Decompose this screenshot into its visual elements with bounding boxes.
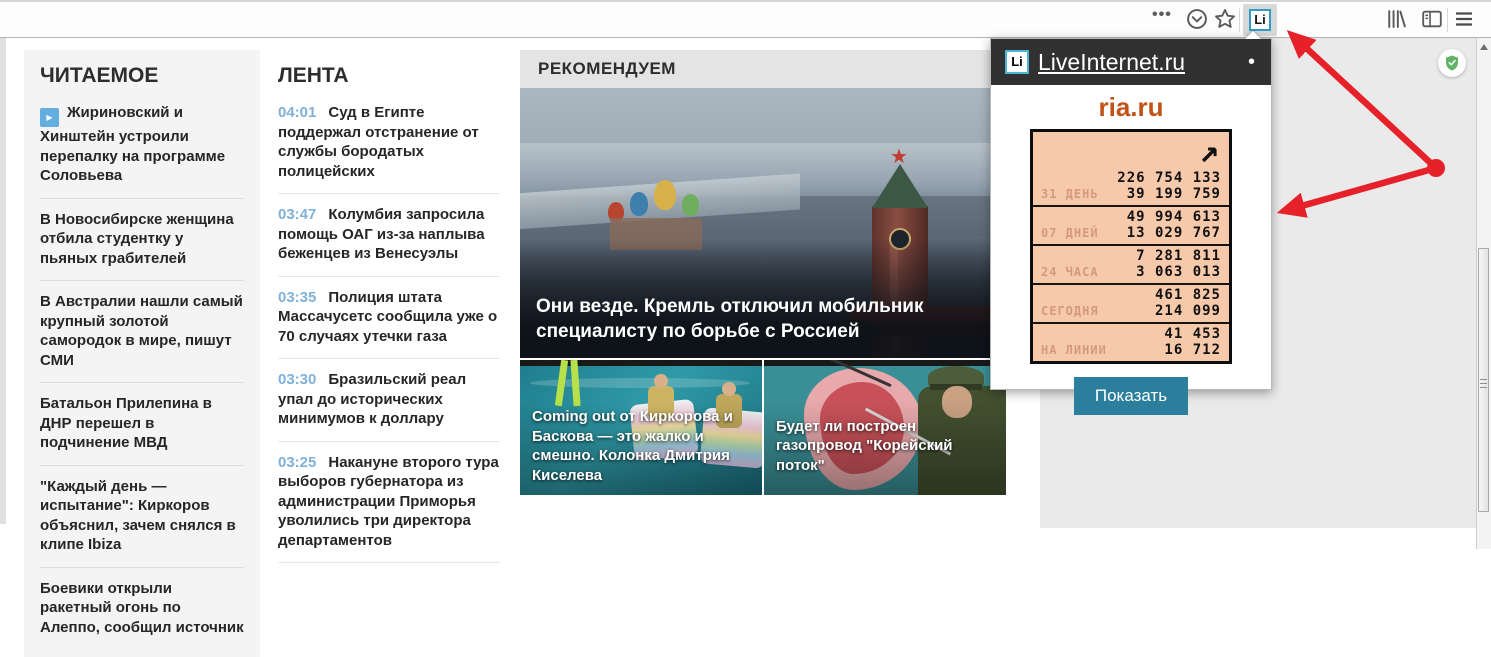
list-item[interactable]: Боевики открыли ракетный огонь по Алеппо…: [40, 568, 244, 650]
hits-value: 7 281 811: [1136, 248, 1221, 264]
video-play-icon: ▶: [40, 108, 59, 127]
list-item[interactable]: "Каждый день — испытание": Киркоров объя…: [40, 466, 244, 568]
list-item[interactable]: ▶ Жириновский и Хинштейн устроили перепал…: [40, 92, 244, 199]
page-left-margin: [0, 38, 6, 524]
hits-value: 226 754 133: [1117, 170, 1221, 186]
hits-value: 461 825: [1154, 287, 1221, 303]
visitors-value: 13 029 767: [1126, 225, 1221, 241]
news-time: 03:47: [278, 206, 317, 223]
show-stats-button[interactable]: Показать: [1073, 377, 1189, 415]
section-feed: ЛЕНТА 04:01 Суд в Египте поддержал отстра…: [278, 50, 500, 563]
liveinternet-link[interactable]: LiveInternet.ru: [1038, 49, 1185, 76]
period-label: НА ЛИНИИ: [1041, 343, 1107, 357]
menu-hamburger-icon[interactable]: [1453, 8, 1475, 30]
section-title: ЛЕНТА: [278, 64, 349, 87]
news-link: Боевики открыли ракетный огонь по Алеппо…: [40, 579, 244, 636]
counter-row: 7 281 811 24 ЧАСА 3 063 013: [1033, 244, 1229, 283]
list-item[interactable]: 03:25 Накануне второго тура выборов губер…: [278, 442, 500, 563]
list-item[interactable]: В Австралии нашли самый крупный золотой …: [40, 281, 244, 383]
section-title: ЧИТАЕМОЕ: [40, 64, 159, 87]
story-card[interactable]: Coming out от Киркорова и Баскова — это …: [520, 360, 762, 495]
counter-arrow-icon: ↗: [1199, 131, 1219, 170]
news-link: Жириновский и Хинштейн устроили перепалк…: [40, 104, 226, 184]
news-link: В Австралии нашли самый крупный золотой …: [40, 293, 243, 369]
browser-toolbar: ••• Li: [0, 0, 1491, 38]
page-actions-icon[interactable]: •••: [1152, 6, 1172, 24]
counter-row: 226 754 133 31 ДЕНЬ 39 199 759: [1033, 168, 1229, 205]
section-recommend: РЕКОМЕНДУЕМ ★ Они везде. Кремль отключил…: [520, 50, 1006, 495]
toolbar-separator: [1239, 8, 1240, 32]
hits-value: 41 453: [1164, 326, 1221, 342]
list-item[interactable]: 03:30 Бразильский реал упал до историческ…: [278, 359, 500, 442]
toolbar-separator: [1447, 8, 1448, 32]
scrollbar-up-arrow[interactable]: [1480, 44, 1488, 50]
scrollbar-thumb[interactable]: [1478, 248, 1489, 512]
popup-caret: [1245, 31, 1261, 39]
adblock-shield-badge[interactable]: [1438, 49, 1466, 77]
pocket-icon[interactable]: [1186, 8, 1208, 30]
counter-row: 49 994 613 07 ДНЕЙ 13 029 767: [1033, 205, 1229, 244]
list-item[interactable]: 04:01 Суд в Египте поддержал отстранение …: [278, 92, 500, 194]
section-title: РЕКОМЕНДУЕМ: [520, 50, 1006, 88]
scrollbar[interactable]: [1476, 38, 1491, 549]
visitors-value: 214 099: [1154, 303, 1221, 319]
counter-row: 41 453 НА ЛИНИИ 16 712: [1033, 322, 1229, 361]
period-label: СЕГОДНЯ: [1041, 304, 1099, 318]
story-card[interactable]: Будет ли построен газопровод "Корейский …: [764, 360, 1006, 495]
news-link: В Новосибирске женщина отбила студентку …: [40, 210, 234, 267]
period-label: 07 ДНЕЙ: [1041, 226, 1099, 240]
tower-star-icon: ★: [890, 146, 908, 168]
library-icon[interactable]: [1385, 8, 1407, 30]
bookmark-star-icon[interactable]: [1214, 8, 1236, 30]
visitors-value: 3 063 013: [1136, 264, 1221, 280]
list-item[interactable]: 03:47 Колумбия запросила помощь ОАГ из-за…: [278, 194, 500, 277]
news-time: 03:30: [278, 371, 317, 388]
news-time: 04:01: [278, 104, 317, 121]
story-card-title: Будет ли построен газопровод "Корейский …: [776, 417, 953, 474]
popup-header: Li LiveInternet.ru •: [991, 39, 1271, 85]
main-story-title: Они везде. Кремль отключил мобильник спе…: [536, 296, 924, 342]
counted-site-name: ria.ru: [1098, 92, 1164, 122]
popup-menu-dot[interactable]: •: [1246, 51, 1257, 74]
news-link: "Каждый день — испытание": Киркоров объя…: [40, 477, 236, 554]
main-story-card[interactable]: ★ Они везде. Кремль отключил мобильник с…: [520, 88, 1006, 358]
list-item[interactable]: В Новосибирске женщина отбила студентку …: [40, 199, 244, 281]
liveinternet-logo-icon: Li: [1005, 50, 1029, 74]
visitors-value: 39 199 759: [1126, 186, 1221, 202]
shield-check-icon: [1446, 55, 1458, 71]
story-card-title: Coming out от Киркорова и Баскова — это …: [532, 408, 733, 484]
news-time: 03:25: [278, 453, 317, 471]
period-label: 24 ЧАСА: [1041, 265, 1099, 279]
visitors-value: 16 712: [1164, 342, 1221, 358]
counter-row: 461 825 СЕГОДНЯ 214 099: [1033, 283, 1229, 322]
sidebar-icon[interactable]: [1421, 8, 1443, 30]
list-item[interactable]: Батальон Прилепина в ДНР перешел в подчи…: [40, 383, 244, 466]
liveinternet-popup: Li LiveInternet.ru • ria.ru ↗ 226 754 13…: [990, 31, 1272, 415]
news-link: Батальон Прилепина в ДНР перешел в подчи…: [40, 395, 212, 451]
hits-value: 49 994 613: [1126, 209, 1221, 225]
period-label: 31 ДЕНЬ: [1041, 187, 1099, 201]
list-item[interactable]: 03:35 Полиция штата Массачусетс сообщила …: [278, 277, 500, 359]
liveinternet-counter-widget[interactable]: ↗ 226 754 133 31 ДЕНЬ 39 199 759 49 994 …: [1030, 129, 1232, 364]
liveinternet-extension-icon: Li: [1249, 9, 1271, 31]
section-most-read: ЧИТАЕМОЕ ▶ Жириновский и Хинштейн устроил…: [24, 50, 260, 657]
news-time: 03:35: [278, 288, 317, 306]
